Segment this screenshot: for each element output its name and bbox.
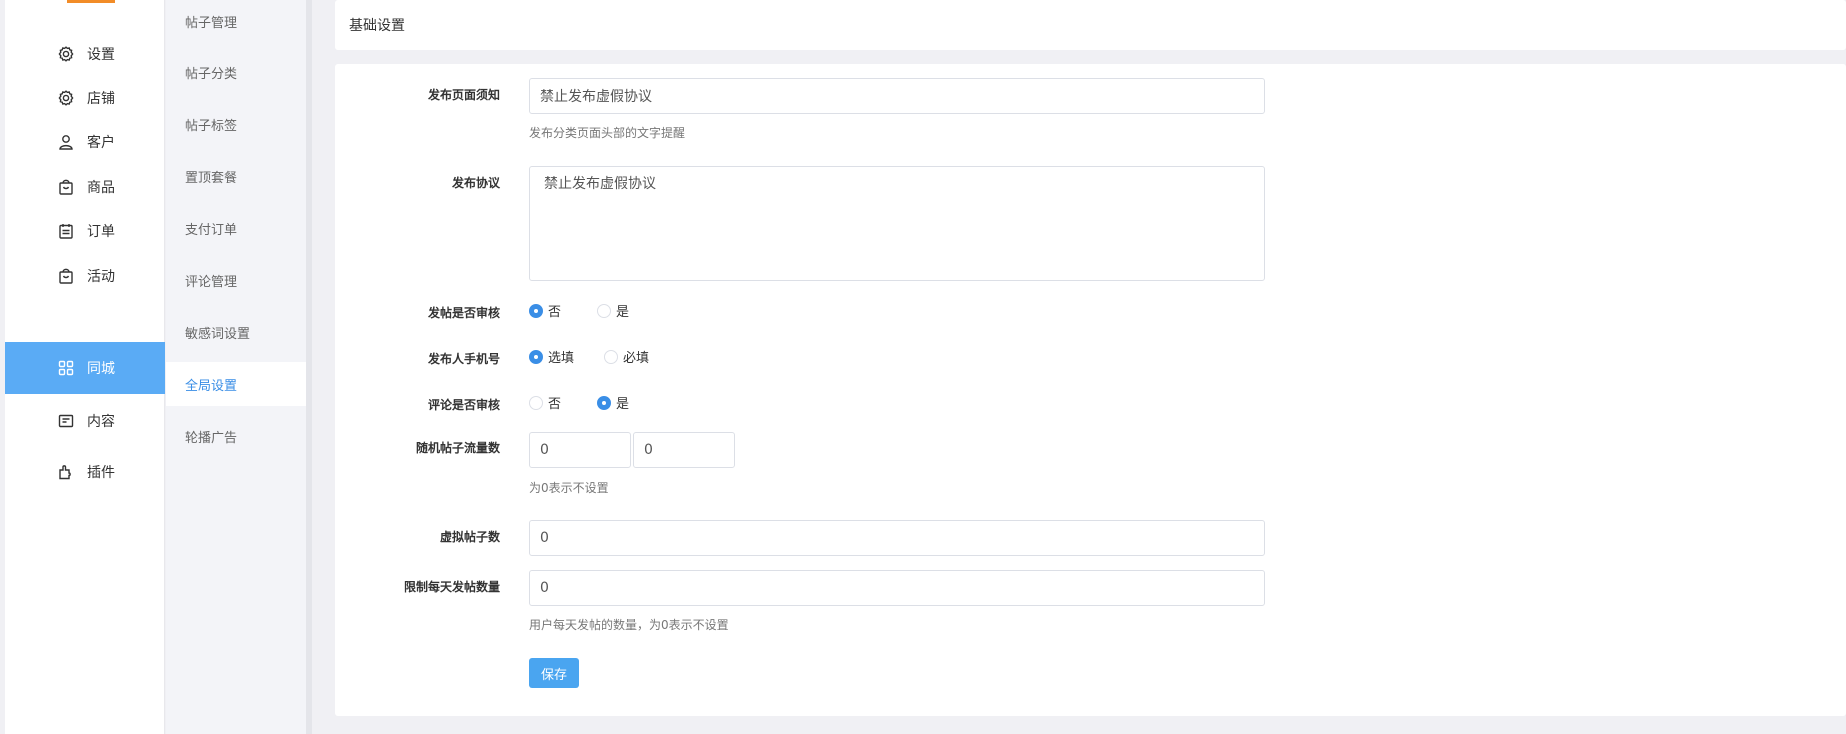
comment-review-radio-group: 否 是	[529, 393, 629, 412]
radio-label: 必填	[623, 351, 650, 366]
random-traffic-help: 为0表示不设置	[529, 481, 609, 495]
agreement-textarea[interactable]: 禁止发布虚假协议	[529, 166, 1265, 281]
comment-review-no-radio[interactable]: 否	[529, 393, 561, 412]
grid-icon	[57, 359, 75, 377]
nav-item-label: 插件	[87, 465, 115, 481]
comment-review-label: 评论是否审核	[427, 398, 500, 412]
agreement-label: 发布协议	[451, 176, 500, 190]
nav-item-label: 设置	[87, 47, 115, 63]
radio-indicator	[597, 303, 612, 318]
post-review-radio-group: 否 是	[529, 301, 629, 320]
post-review-yes-radio[interactable]: 是	[597, 301, 629, 320]
sub-item-global-settings[interactable]: 全局设置	[166, 362, 306, 406]
settings-form: 发布页面须知 发布分类页面头部的文字提醒 发布协议 禁止发布虚假协议 发帖是否审…	[335, 64, 1846, 716]
radio-label: 是	[616, 397, 630, 412]
nav-item-local[interactable]: 同城	[5, 342, 165, 394]
save-button[interactable]: 保存	[529, 658, 579, 688]
radio-label: 选填	[548, 351, 575, 366]
nav-item-label: 活动	[87, 269, 115, 285]
notice-input[interactable]	[529, 78, 1265, 114]
bag-icon	[57, 178, 75, 196]
user-icon	[57, 133, 75, 151]
phone-radio-group: 选填 必填	[529, 347, 649, 366]
notice-label: 发布页面须知	[427, 88, 500, 102]
gear-icon	[57, 45, 75, 63]
nav-item-label: 客户	[87, 135, 115, 151]
main-sidebar: 设置 店铺 客户 商品 订单 活动 同城 内容 插件	[5, 0, 165, 734]
phone-optional-radio[interactable]: 选填	[529, 347, 574, 366]
radio-label: 是	[616, 305, 630, 320]
sub-item-post-management[interactable]: 帖子管理	[166, 0, 306, 43]
post-review-no-radio[interactable]: 否	[529, 301, 561, 320]
nav-item-plugins[interactable]: 插件	[5, 446, 165, 498]
section-header: 基础设置	[335, 0, 1846, 50]
nav-item-content[interactable]: 内容	[5, 395, 165, 447]
sub-item-payment-orders[interactable]: 支付订单	[166, 206, 306, 250]
notice-help: 发布分类页面头部的文字提醒	[529, 126, 686, 140]
logo	[67, 0, 115, 3]
radio-label: 否	[548, 305, 562, 320]
calendar-icon	[57, 222, 75, 240]
radio-indicator	[529, 395, 543, 410]
sub-item-top-packages[interactable]: 置顶套餐	[166, 154, 306, 198]
radio-indicator	[529, 349, 543, 364]
comment-review-yes-radio[interactable]: 是	[597, 393, 629, 412]
puzzle-icon	[57, 463, 75, 481]
random-traffic-max-input[interactable]	[633, 432, 735, 468]
sidebar-divider	[306, 0, 312, 734]
radio-label: 否	[548, 397, 562, 412]
sub-item-comment-management[interactable]: 评论管理	[166, 258, 306, 302]
sub-item-post-tags[interactable]: 帖子标签	[166, 102, 306, 146]
sub-item-carousel-ads[interactable]: 轮播广告	[166, 414, 306, 458]
random-traffic-label: 随机帖子流量数	[415, 441, 500, 455]
radio-indicator	[597, 395, 612, 410]
post-review-label: 发帖是否审核	[427, 306, 500, 320]
nav-item-label: 店铺	[87, 91, 115, 107]
phone-label: 发布人手机号	[427, 352, 500, 366]
daily-limit-label: 限制每天发帖数量	[403, 580, 500, 594]
sub-sidebar: 帖子管理 帖子分类 帖子标签 置顶套餐 支付订单 评论管理 敏感词设置 全局设置…	[166, 0, 306, 734]
page-title: 基础设置	[349, 18, 405, 34]
sub-item-post-categories[interactable]: 帖子分类	[166, 50, 306, 94]
sub-item-sensitive-words[interactable]: 敏感词设置	[166, 310, 306, 354]
nav-item-label: 内容	[87, 414, 115, 430]
radio-indicator	[604, 349, 619, 364]
nav-item-label: 商品	[87, 180, 115, 196]
radio-indicator	[529, 303, 543, 318]
nav-item-activities[interactable]: 活动	[5, 250, 165, 302]
virtual-posts-label: 虚拟帖子数	[439, 530, 500, 544]
random-traffic-min-input[interactable]	[529, 432, 631, 468]
nav-item-label: 同城	[87, 361, 115, 377]
daily-limit-help: 用户每天发帖的数量，为0表示不设置	[529, 618, 729, 632]
phone-required-radio[interactable]: 必填	[604, 347, 649, 366]
bag-icon	[57, 267, 75, 285]
daily-limit-input[interactable]	[529, 570, 1265, 606]
gear-icon	[57, 89, 75, 107]
document-icon	[57, 412, 75, 430]
virtual-posts-input[interactable]	[529, 520, 1265, 556]
nav-item-label: 订单	[87, 224, 115, 240]
